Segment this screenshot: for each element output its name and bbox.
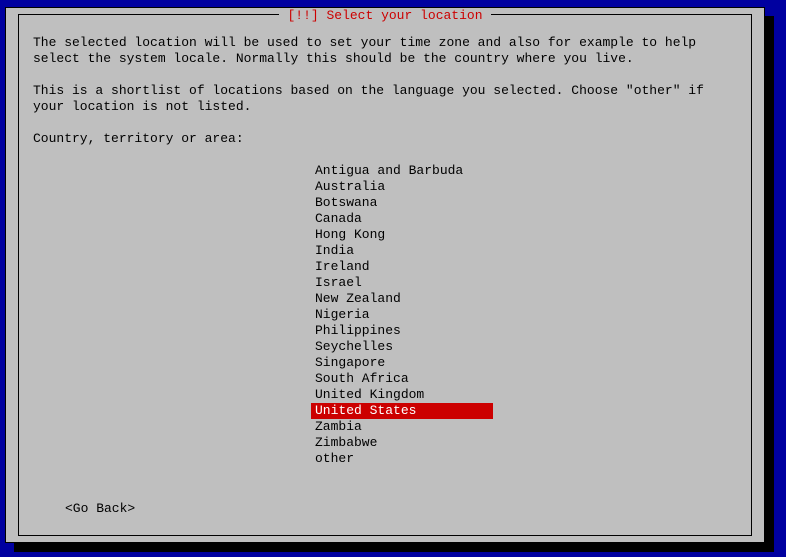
- location-option[interactable]: Hong Kong: [311, 227, 493, 243]
- location-option[interactable]: other: [311, 451, 493, 467]
- dialog-content: The selected location will be used to se…: [33, 35, 737, 523]
- location-option[interactable]: Canada: [311, 211, 493, 227]
- prompt-label: Country, territory or area:: [33, 131, 737, 147]
- location-option[interactable]: Zimbabwe: [311, 435, 493, 451]
- location-option[interactable]: Seychelles: [311, 339, 493, 355]
- location-option[interactable]: Singapore: [311, 355, 493, 371]
- location-list: Antigua and BarbudaAustraliaBotswanaCana…: [311, 163, 737, 467]
- location-option[interactable]: Ireland: [311, 259, 493, 275]
- dialog-border: The selected location will be used to se…: [18, 14, 752, 536]
- description-paragraph-2: This is a shortlist of locations based o…: [33, 83, 737, 115]
- description-paragraph-1: The selected location will be used to se…: [33, 35, 737, 67]
- location-option[interactable]: United States: [311, 403, 493, 419]
- location-option[interactable]: Australia: [311, 179, 493, 195]
- location-dialog: [!!] Select your location The selected l…: [5, 7, 765, 543]
- location-option[interactable]: New Zealand: [311, 291, 493, 307]
- location-option[interactable]: India: [311, 243, 493, 259]
- go-back-button[interactable]: <Go Back>: [65, 501, 135, 517]
- location-option[interactable]: South Africa: [311, 371, 493, 387]
- dialog-title: [!!] Select your location: [279, 8, 490, 23]
- location-option[interactable]: Philippines: [311, 323, 493, 339]
- location-option[interactable]: Nigeria: [311, 307, 493, 323]
- location-option[interactable]: Antigua and Barbuda: [311, 163, 493, 179]
- location-option[interactable]: Zambia: [311, 419, 493, 435]
- location-option[interactable]: Israel: [311, 275, 493, 291]
- location-option[interactable]: United Kingdom: [311, 387, 493, 403]
- location-option[interactable]: Botswana: [311, 195, 493, 211]
